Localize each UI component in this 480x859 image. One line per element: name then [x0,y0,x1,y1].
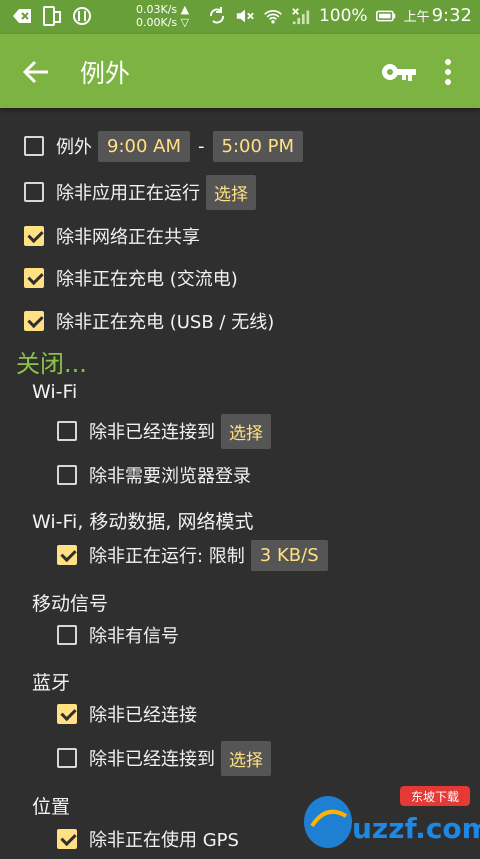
auto-rotate-icon [207,6,227,26]
has-signal-label: 除非有信号 [89,626,179,647]
app-running-checkbox[interactable] [24,182,44,202]
page-title: 例外 [80,59,131,88]
app-running-label: 除非应用正在运行 [56,183,200,204]
charging-usb-row: 除非正在充电 (USB / 无线) [24,301,274,341]
end-time-chip[interactable]: 5:00 PM [212,130,304,162]
status-bar: 0.03K/s ▲ 0.00K/s ▽ 100% 上午 9:32 [0,0,480,34]
limit-chip[interactable]: 3 KB/S [250,539,328,571]
bt-connected-to-row: 除非已经连接到 选择 [57,738,271,778]
signal-group-title: 移动信号 [32,593,109,615]
bluetooth-group-title: 蓝牙 [32,672,71,694]
start-time-chip[interactable]: 9:00 AM [98,130,190,162]
time-separator: - [198,135,205,157]
browser-login-checkbox[interactable] [57,465,77,485]
gps-checkbox[interactable] [57,829,77,849]
battery-icon [375,6,396,26]
time-prefix: 上午 [403,10,430,25]
sync-icon [72,6,92,26]
more-options-button[interactable] [436,56,460,88]
app-bar: 例外 [0,34,480,108]
wifi-connected-row: 除非已经连接到 选择 [57,411,271,451]
bt-connected-to-checkbox[interactable] [57,748,77,768]
exception-row: 例外 9:00 AM - 5:00 PM [24,126,304,166]
data-running-checkbox[interactable] [57,545,77,565]
bt-select-chip[interactable]: 选择 [221,740,271,776]
watermark-logo: 东坡下载 uzzf.com [300,780,480,853]
watermark-tag: 东坡下载 [411,790,459,804]
exception-checkbox[interactable] [24,136,44,156]
browser-login-label: 除非需要浏览器登录 [89,466,251,487]
signal-icon [291,6,311,26]
tethering-checkbox[interactable] [24,226,44,246]
has-signal-checkbox[interactable] [57,625,77,645]
key-button[interactable] [380,58,420,86]
tethering-row: 除非网络正在共享 [24,216,200,256]
speed-up: 0.03K/s ▲ [136,3,190,16]
browser-login-row: 除非需要浏览器登录 [57,455,251,495]
speed-down: 0.00K/s ▽ [136,16,190,29]
close-section-title: 关闭... [16,350,87,378]
bt-connected-label: 除非已经连接 [89,705,197,726]
gps-label: 除非正在使用 GPS [89,830,239,851]
charging-ac-row: 除非正在充电 (交流电) [24,258,238,298]
tethering-label: 除非网络正在共享 [56,227,200,248]
wifi-group-title: Wi-Fi [32,381,78,403]
wifi-select-chip[interactable]: 选择 [221,413,271,449]
bt-connected-checkbox[interactable] [57,704,77,724]
charging-usb-checkbox[interactable] [24,311,44,331]
charging-ac-label: 除非正在充电 (交流电) [56,269,238,290]
data-running-row: 除非正在运行: 限制 3 KB/S [57,535,328,575]
wifi-connected-label: 除非已经连接到 [89,422,215,443]
mute-icon [235,6,255,26]
bt-connected-row: 除非已经连接 [57,694,197,734]
charging-usb-label: 除非正在充电 (USB / 无线) [56,312,275,333]
has-signal-row: 除非有信号 [57,615,179,655]
key-icon [382,64,416,81]
gps-row: 除非正在使用 GPS [57,819,239,859]
data-group-title: Wi-Fi, 移动数据, 网络模式 [32,511,254,533]
watermark-text: uzzf.com [352,812,480,845]
location-group-title: 位置 [32,796,71,818]
arrow-left-icon [22,60,48,84]
app-running-row: 除非应用正在运行 选择 [24,172,256,212]
bt-connected-to-label: 除非已经连接到 [89,749,215,770]
charging-ac-checkbox[interactable] [24,268,44,288]
wifi-icon [263,6,283,26]
usb-debug-icon [12,6,32,26]
battery-percent: 100% [318,5,368,26]
data-running-label: 除非正在运行: 限制 [89,546,245,567]
more-vert-icon [445,59,451,85]
back-button[interactable] [20,56,52,88]
network-speed: 0.03K/s ▲ 0.00K/s ▽ [136,3,189,29]
clock: 9:32 [431,5,472,26]
exception-label: 例外 [56,137,92,158]
wifi-connected-checkbox[interactable] [57,421,77,441]
select-app-chip[interactable]: 选择 [206,174,256,210]
phone-screen-icon [42,6,62,26]
